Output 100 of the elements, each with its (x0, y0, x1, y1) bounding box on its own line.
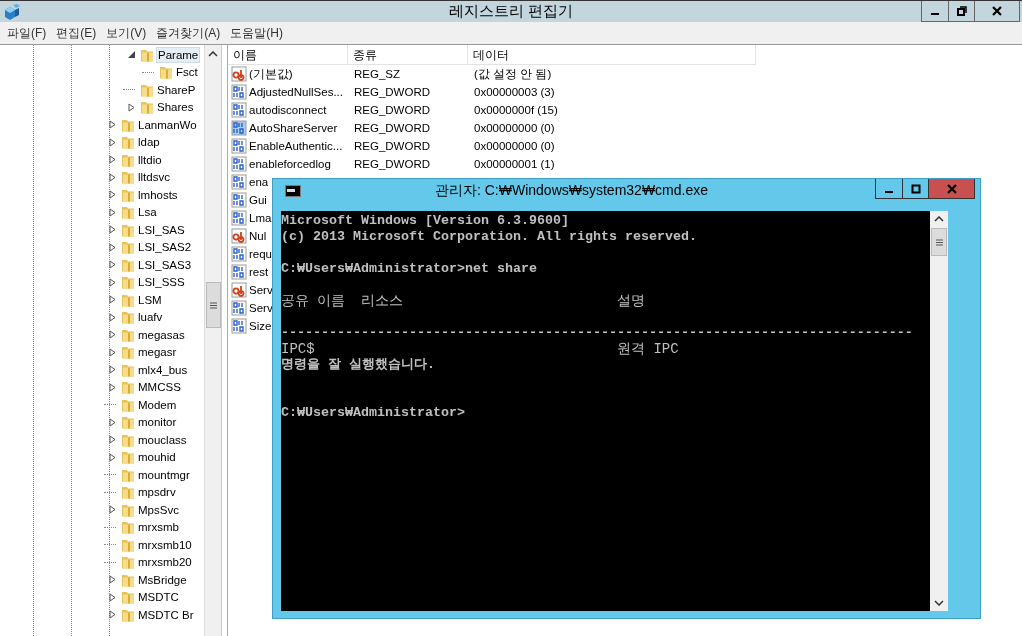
menu-item[interactable]: 즐겨찾기(A) (151, 24, 226, 42)
value-name[interactable]: autodisconnect (249, 104, 327, 116)
tree-item[interactable]: LSI_SAS (137, 222, 186, 237)
tree-item[interactable]: monitor (137, 415, 178, 430)
value-name[interactable]: EnableAuthentic... (249, 140, 343, 152)
tree-item[interactable]: LSI_SAS3 (137, 257, 193, 272)
console-line: 리소스 (361, 293, 403, 309)
folder-icon (139, 99, 155, 116)
tree-item[interactable]: ldap (137, 135, 161, 150)
folder-icon (120, 134, 136, 151)
value-data: 0x00000000 (0) (473, 122, 556, 134)
folder-icon (120, 169, 136, 186)
value-name[interactable]: AdjustedNullSes... (249, 86, 343, 98)
tree-item[interactable]: megasr (137, 345, 178, 360)
minimize-icon (931, 13, 939, 15)
folder-icon (120, 274, 136, 291)
value-name[interactable]: Size (249, 320, 272, 332)
tree-item[interactable]: Lsa (137, 205, 158, 220)
tree-item[interactable]: Parame (156, 46, 201, 63)
scrollbar[interactable] (930, 211, 948, 611)
scroll-up-icon[interactable] (208, 51, 219, 57)
scroll-thumb[interactable] (931, 228, 947, 256)
tree-item[interactable]: MSDTC (137, 590, 180, 605)
menu-item[interactable]: 보기(V) (101, 24, 152, 42)
value-name[interactable]: requ (249, 248, 273, 260)
tree-item[interactable]: LanmanWo (137, 117, 198, 132)
menu-item[interactable]: 파일(F) (2, 24, 52, 42)
tree-item[interactable]: mrxsmb20 (137, 555, 193, 570)
folder-icon (158, 64, 174, 81)
tree-item[interactable]: MpsSvc (137, 502, 180, 517)
value-name[interactable]: rest (249, 266, 269, 278)
value-name[interactable]: Gui (249, 194, 267, 206)
folder-icon (120, 379, 136, 396)
collapsed-triangle-icon (107, 505, 117, 515)
tree-item[interactable]: lltdio (137, 152, 163, 167)
value-data: 0x00000001 (1) (473, 158, 556, 170)
grip-icon (209, 301, 217, 309)
value-type: REG_DWORD (353, 122, 432, 134)
tree-item[interactable]: mrxsmb10 (137, 537, 193, 552)
window-title: 레지스트리 편집기 (447, 2, 575, 21)
value-type: REG_DWORD (353, 158, 432, 170)
tree-item[interactable]: Fsct (175, 65, 199, 80)
folder-icon (120, 239, 136, 256)
value-type: REG_DWORD (353, 140, 432, 152)
folder-icon (120, 519, 136, 536)
tree-item[interactable]: mlx4_bus (137, 362, 189, 377)
tree-item[interactable]: LSI_SAS2 (137, 240, 193, 255)
value-name[interactable]: (기본값) (249, 66, 293, 82)
value-data: (값 설정 안 됨) (473, 66, 553, 82)
value-name[interactable]: ena (249, 176, 269, 188)
scroll-thumb[interactable] (205, 282, 221, 328)
folder-icon (120, 344, 136, 361)
console-line: C:₩Users₩Administrator> (281, 405, 465, 420)
scrollbar[interactable] (204, 45, 221, 636)
expanded-triangle-icon (126, 50, 136, 60)
tree-item[interactable]: lmhosts (137, 187, 179, 202)
tree-item[interactable]: megasas (137, 327, 186, 342)
tree-item[interactable]: MsBridge (137, 572, 188, 587)
menu-item[interactable]: 도움말(H) (225, 24, 288, 42)
tree-item[interactable]: Shares (156, 100, 195, 115)
tree-item[interactable]: mpsdrv (137, 485, 177, 500)
value-name[interactable]: Lma (249, 212, 272, 224)
tree-item[interactable]: LSM (137, 292, 163, 307)
menu-item[interactable]: 편집(E) (51, 24, 102, 42)
column-header[interactable]: 데이터 (468, 45, 756, 65)
console-line: (c) 2013 Microsoft Corporation. All rights reserved. (281, 229, 697, 244)
tree-item[interactable]: lltdsvc (137, 170, 171, 185)
console-line: 공유 이름 (281, 293, 347, 309)
tree-item[interactable]: mouhid (137, 450, 177, 465)
folder-icon (120, 414, 136, 431)
scroll-down-icon[interactable] (934, 600, 944, 606)
console-line: Microsoft Windows [Version 6.3.9600] (281, 213, 569, 228)
value-name[interactable]: Serv (249, 284, 273, 296)
folder-icon (120, 484, 136, 501)
value-name[interactable]: Serv (249, 302, 273, 314)
tree-item[interactable]: mrxsmb (137, 520, 180, 535)
maximize-icon (910, 183, 921, 194)
scroll-up-icon[interactable] (934, 216, 944, 222)
value-name[interactable]: AutoShareServer (249, 122, 338, 134)
column-header[interactable]: 이름 (228, 45, 348, 65)
minimize-icon (885, 190, 893, 193)
tree-item[interactable]: mountmgr (137, 467, 191, 482)
console-line: ------------------------------------------------------------------------------- (281, 325, 913, 340)
value-type: REG_DWORD (353, 104, 432, 116)
value-name[interactable]: enableforcedlog (249, 158, 331, 170)
tree-item[interactable]: LSI_SSS (137, 275, 186, 290)
tree-item[interactable]: mouclass (137, 432, 188, 447)
tree-item[interactable]: MSDTC Br (137, 607, 195, 622)
value-name[interactable]: Nul (249, 230, 267, 242)
folder-icon (120, 554, 136, 571)
column-header[interactable]: 종류 (348, 45, 468, 65)
tree-item[interactable]: MMCSS (137, 380, 182, 395)
folder-icon (120, 449, 136, 466)
tree-item[interactable]: luafv (137, 310, 164, 325)
tree-item[interactable]: Modem (137, 397, 178, 412)
console-line: 원격 IPC (617, 341, 679, 357)
console-line: C:₩Users₩Administrator>net share (281, 261, 537, 276)
restore-icon (956, 6, 967, 16)
tree-item[interactable]: ShareP (156, 82, 197, 97)
close-icon (992, 6, 1002, 16)
